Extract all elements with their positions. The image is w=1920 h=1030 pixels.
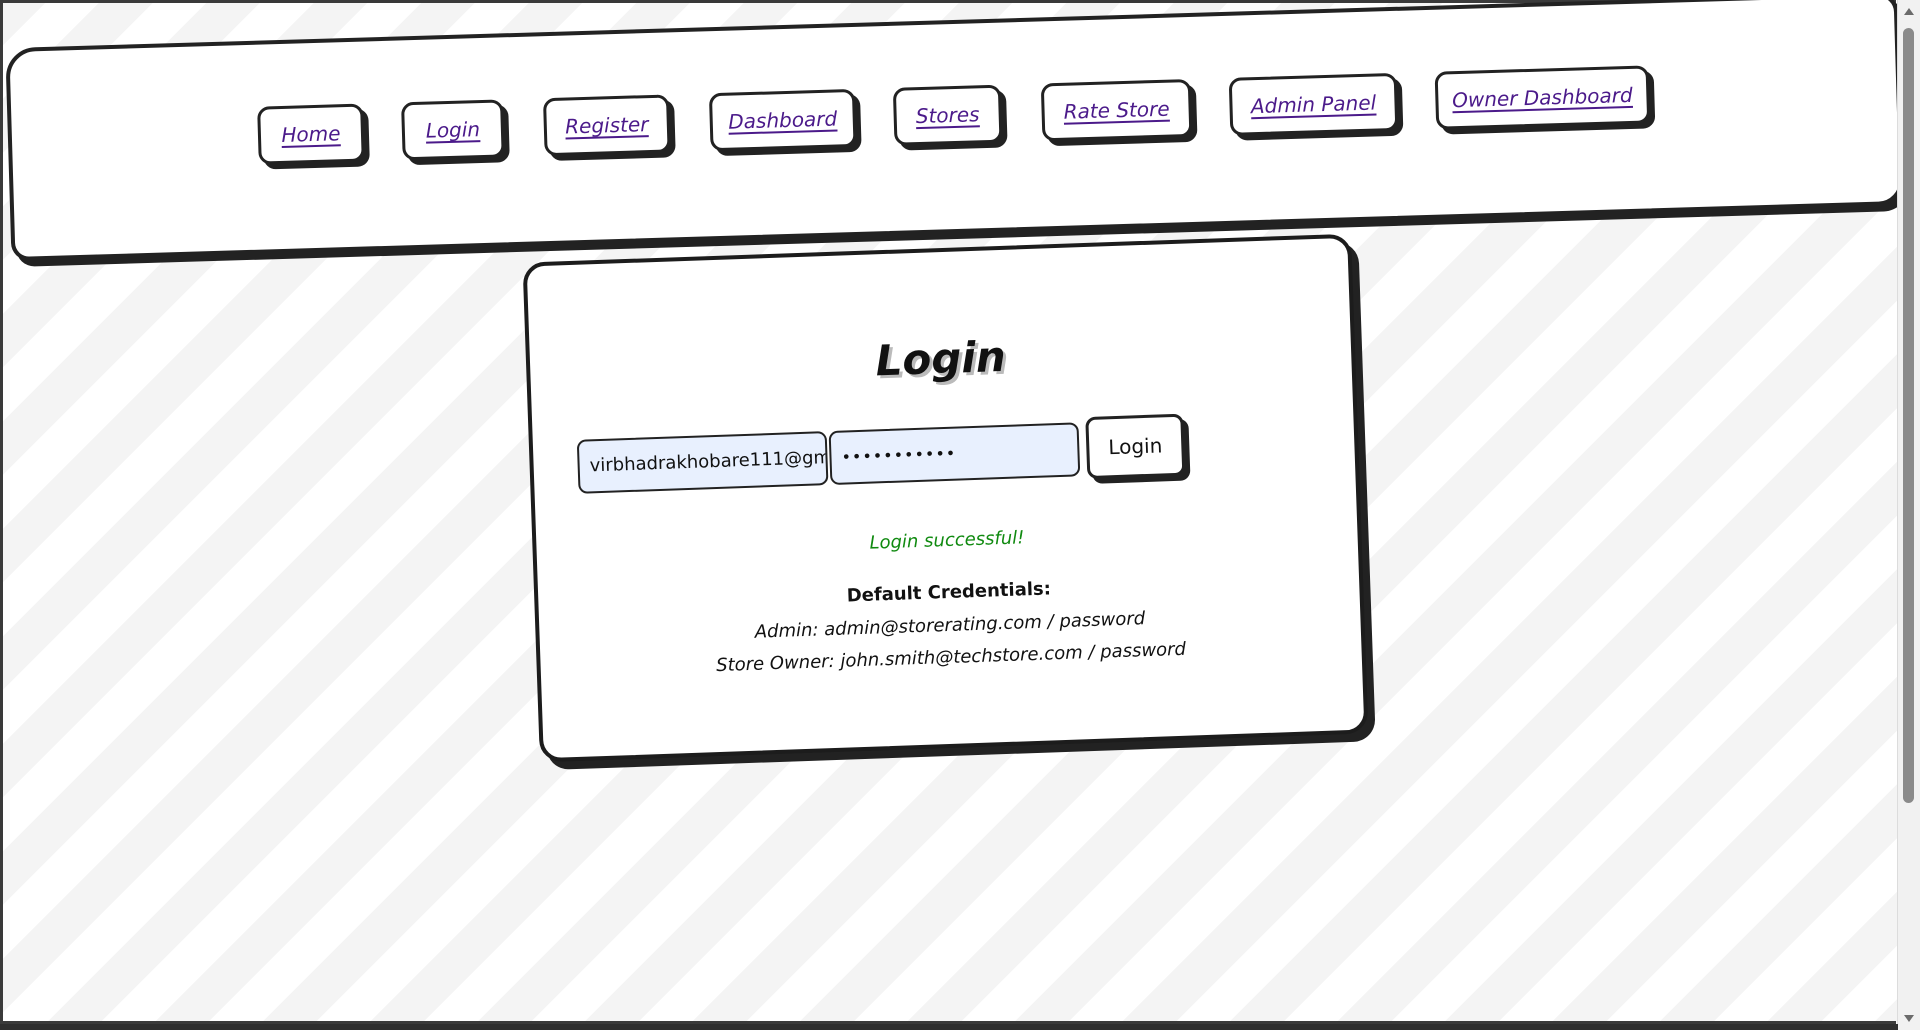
scroll-up-arrow-icon[interactable]	[1904, 8, 1914, 15]
nav-link-dashboard[interactable]: Dashboard	[708, 88, 857, 152]
status-message: Login successful!	[869, 527, 1025, 554]
password-field[interactable]: •••••••••••	[828, 422, 1081, 486]
nav-link-rate-store[interactable]: Rate Store	[1040, 78, 1193, 142]
login-button[interactable]: Login	[1085, 413, 1186, 480]
login-title: Login	[874, 331, 1007, 386]
login-card: Login virbhadrakhobare111@gmail. •••••••…	[522, 233, 1369, 763]
bottom-edge-bar	[0, 1024, 1898, 1030]
scrollbar-thumb[interactable]	[1903, 28, 1914, 803]
nav-links: Home Login Register Dashboard Stores Rat…	[9, 0, 1899, 257]
top-navbar: Home Login Register Dashboard Stores Rat…	[5, 0, 1904, 262]
email-field[interactable]: virbhadrakhobare111@gmail.	[576, 431, 829, 494]
nav-link-login[interactable]: Login	[401, 99, 505, 161]
nav-link-owner-dashboard[interactable]: Owner Dashboard	[1434, 65, 1651, 130]
nav-link-admin-panel[interactable]: Admin Panel	[1228, 72, 1399, 136]
scroll-down-arrow-icon[interactable]	[1904, 1015, 1914, 1022]
nav-link-register[interactable]: Register	[542, 94, 671, 157]
nav-link-stores[interactable]: Stores	[892, 84, 1003, 146]
nav-link-home[interactable]: Home	[257, 103, 365, 165]
vertical-scrollbar[interactable]	[1897, 0, 1920, 1030]
